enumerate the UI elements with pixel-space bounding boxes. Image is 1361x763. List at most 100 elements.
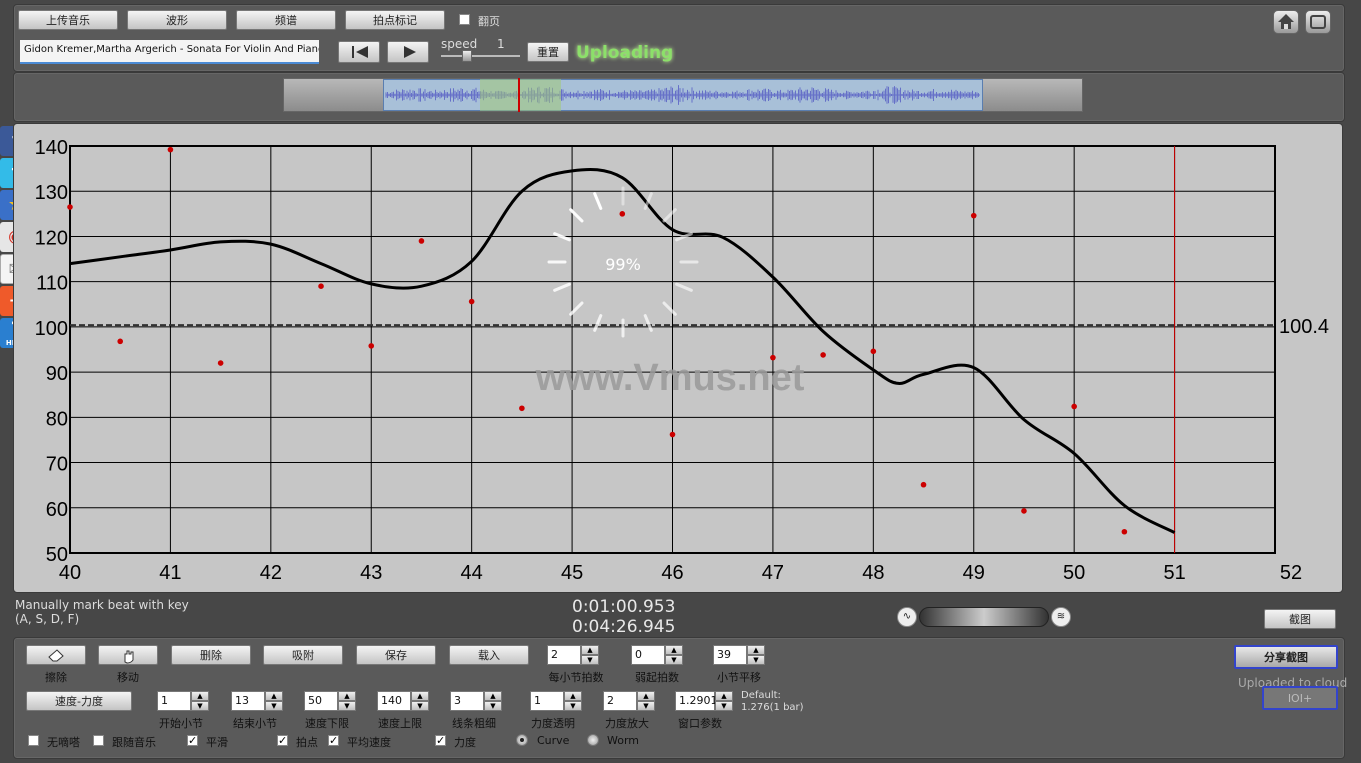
x-tick-label: 50	[1063, 562, 1085, 584]
dynamics-checkbox[interactable]: ✓	[435, 735, 446, 746]
end-bar-label: 结束小节	[233, 717, 277, 730]
window-param-up[interactable]: ▲	[715, 691, 733, 701]
snap-button[interactable]: 吸附	[263, 645, 343, 665]
y-tick-label: 120	[35, 227, 68, 249]
start-bar-down[interactable]: ▼	[191, 701, 209, 711]
follow-music-checkbox[interactable]	[93, 735, 104, 746]
beats-per-bar-stepper[interactable]: 2 ▲ ▼	[547, 645, 599, 665]
x-tick-label: 47	[762, 562, 784, 584]
beat-points-label: 拍点	[296, 736, 318, 749]
y-tick-label: 50	[46, 544, 68, 566]
dynamics-label: 力度	[454, 736, 476, 749]
hint-line-2: (A, S, D, F)	[15, 612, 80, 626]
weak-beats-stepper[interactable]: 0 ▲ ▼	[631, 645, 683, 665]
dyn-scale-down[interactable]: ▼	[637, 701, 655, 711]
end-bar-up[interactable]: ▲	[265, 691, 283, 701]
start-bar-value[interactable]: 1	[157, 691, 191, 711]
volume-low-icon: ∿	[897, 607, 917, 627]
beat-point	[519, 405, 525, 412]
beat-point	[870, 348, 877, 355]
tempo-max-up[interactable]: ▲	[411, 691, 429, 701]
window-param-down[interactable]: ▼	[715, 701, 733, 711]
volume-track[interactable]	[919, 607, 1049, 627]
dyn-scale-label: 力度放大	[605, 717, 649, 730]
beats-per-bar-up[interactable]: ▲	[581, 645, 599, 655]
tempo-min-up[interactable]: ▲	[338, 691, 356, 701]
beat-point	[619, 211, 626, 217]
bar-offset-stepper[interactable]: 39 ▲ ▼	[713, 645, 765, 665]
load-button[interactable]: 载入	[449, 645, 529, 665]
avg-tempo-checkbox[interactable]: ✓	[328, 735, 339, 746]
y-tick-label: 70	[46, 454, 68, 476]
line-width-stepper[interactable]: 3 ▲ ▼	[450, 691, 502, 711]
curve-radio[interactable]	[516, 734, 528, 746]
tempo-max-stepper[interactable]: 140 ▲ ▼	[377, 691, 429, 711]
volume-slider[interactable]: ∿ ≋	[897, 606, 1073, 628]
smooth-label: 平滑	[206, 736, 228, 749]
tempo-min-down[interactable]: ▼	[338, 701, 356, 711]
beat-point	[418, 238, 425, 244]
beat-point	[217, 360, 224, 366]
no-beat-checkbox[interactable]	[28, 735, 39, 746]
beat-point	[770, 354, 776, 361]
line-width-up[interactable]: ▲	[484, 691, 502, 701]
window-param-stepper[interactable]: 1.2901 ▲ ▼	[675, 691, 733, 711]
erase-label: 擦除	[45, 671, 67, 684]
end-bar-down[interactable]: ▼	[265, 701, 283, 711]
y-tick-label: 130	[35, 182, 68, 204]
move-label: 移动	[117, 671, 139, 684]
beat-point	[117, 338, 124, 345]
tempo-max-down[interactable]: ▼	[411, 701, 429, 711]
bar-offset-up[interactable]: ▲	[747, 645, 765, 655]
weak-beats-up[interactable]: ▲	[665, 645, 683, 655]
dyn-transparency-up[interactable]: ▲	[564, 691, 582, 701]
share-screenshot-button[interactable]: 分享截图	[1234, 645, 1338, 669]
current-time: 0:01:00.953	[572, 597, 676, 617]
hand-icon	[124, 650, 134, 664]
weak-beats-down[interactable]: ▼	[665, 655, 683, 665]
line-width-down[interactable]: ▼	[484, 701, 502, 711]
beats-per-bar-value[interactable]: 2	[547, 645, 581, 665]
tempo-min-value[interactable]: 50	[304, 691, 338, 711]
move-tool-button[interactable]	[98, 645, 158, 665]
bar-offset-down[interactable]: ▼	[747, 655, 765, 665]
beat-point	[820, 352, 826, 358]
weak-beats-value[interactable]: 0	[631, 645, 665, 665]
dyn-scale-value[interactable]: 2	[603, 691, 637, 711]
dyn-transparency-value[interactable]: 1	[530, 691, 564, 711]
beat-point	[970, 212, 977, 219]
erase-tool-button[interactable]	[26, 645, 86, 665]
dyn-scale-up[interactable]: ▲	[637, 691, 655, 701]
x-tick-label: 51	[1163, 562, 1185, 584]
x-tick-label: 48	[862, 562, 884, 584]
smooth-checkbox[interactable]: ✓	[187, 735, 198, 746]
progress-text: 99%	[605, 255, 641, 274]
beat-points-checkbox[interactable]: ✓	[277, 735, 288, 746]
screenshot-button[interactable]: 截图	[1264, 609, 1336, 629]
ioi-button[interactable]: IOI+	[1262, 686, 1338, 710]
bar-offset-value[interactable]: 39	[713, 645, 747, 665]
tempo-min-stepper[interactable]: 50 ▲ ▼	[304, 691, 356, 711]
beat-point	[167, 146, 174, 153]
mode-tempo-dynamics-button[interactable]: 速度-力度	[26, 691, 132, 711]
start-bar-up[interactable]: ▲	[191, 691, 209, 701]
window-param-value[interactable]: 1.2901	[675, 691, 718, 711]
line-width-value[interactable]: 3	[450, 691, 484, 711]
beats-per-bar-down[interactable]: ▼	[581, 655, 599, 665]
beat-point	[669, 431, 676, 438]
delete-button[interactable]: 删除	[171, 645, 251, 665]
tempo-chart[interactable]: 40 41 42 43 44 45 46 47 48 49 50 51 5214013012011010…	[0, 0, 1361, 600]
end-bar-stepper[interactable]: 13 ▲ ▼	[231, 691, 283, 711]
dyn-scale-stepper[interactable]: 2 ▲ ▼	[603, 691, 655, 711]
x-tick-label: 41	[159, 562, 181, 584]
curve-label: Curve	[537, 734, 570, 747]
dyn-transparency-stepper[interactable]: 1 ▲ ▼	[530, 691, 582, 711]
dyn-transparency-down[interactable]: ▼	[564, 701, 582, 711]
start-bar-stepper[interactable]: 1 ▲ ▼	[157, 691, 209, 711]
default-label: Default:	[741, 690, 781, 701]
end-bar-value[interactable]: 13	[231, 691, 265, 711]
worm-radio[interactable]	[587, 734, 599, 746]
tempo-min-label: 速度下限	[305, 717, 349, 730]
save-button[interactable]: 保存	[356, 645, 436, 665]
tempo-max-value[interactable]: 140	[377, 691, 411, 711]
